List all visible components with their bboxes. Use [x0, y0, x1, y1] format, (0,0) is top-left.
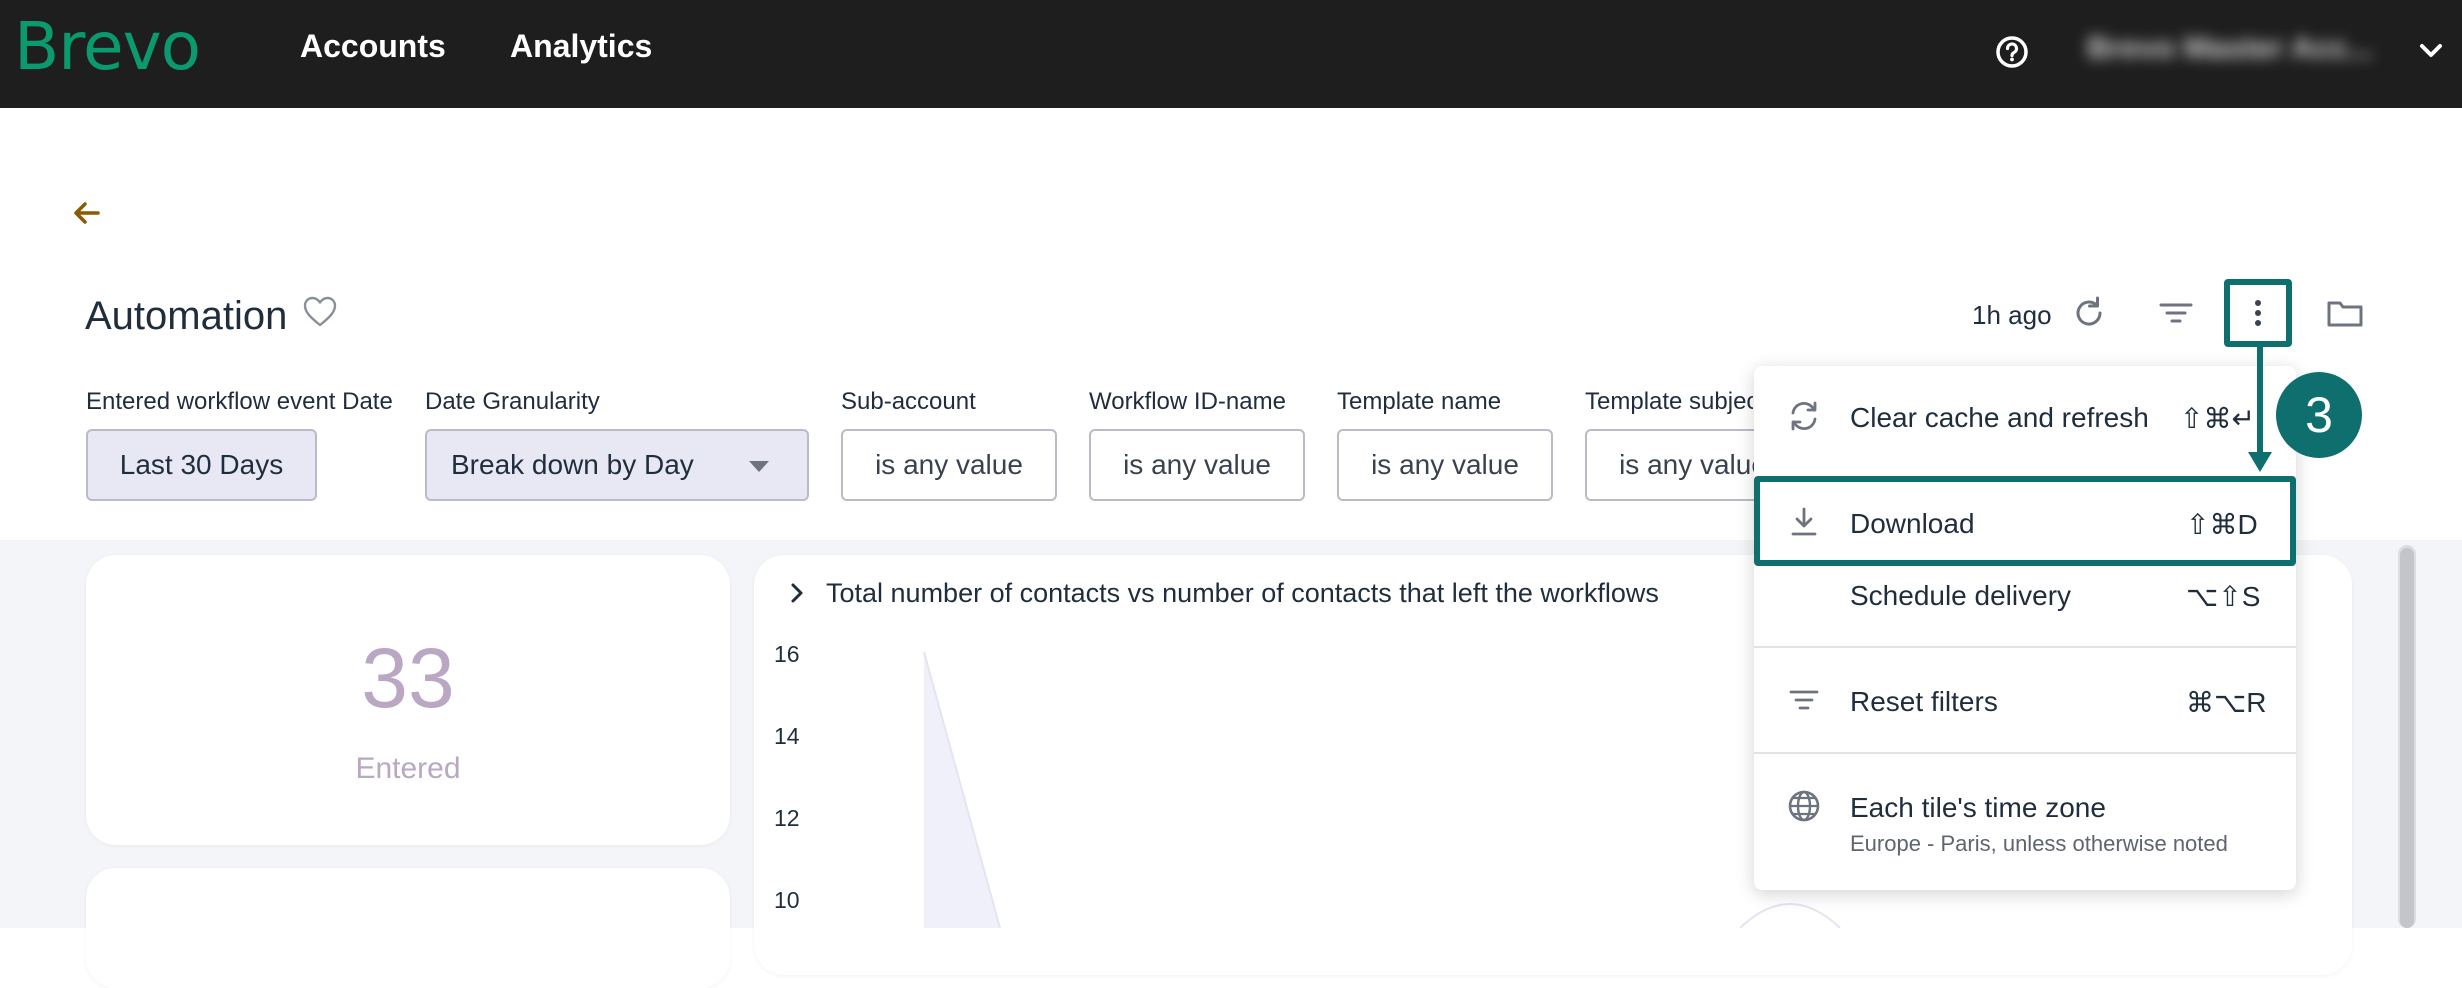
menu-item-time-zone-note: Europe - Paris, unless otherwise noted: [1850, 831, 2228, 856]
filter-template-name[interactable]: is any value: [1337, 429, 1553, 501]
filter-date-range[interactable]: Last 30 Days: [86, 429, 317, 501]
shortcut-schedule-delivery: ⌥⇧S: [2186, 581, 2261, 612]
step-number-badge: 3: [2276, 372, 2362, 458]
account-name[interactable]: Brevo Master Acc...: [2087, 30, 2374, 66]
filter-granularity-value: Break down by Day: [451, 449, 694, 480]
kpi-value: 33: [361, 631, 455, 725]
filter-icon: [1789, 690, 1819, 710]
chart-plot-area: [923, 651, 1841, 928]
help-icon[interactable]: [1995, 35, 2029, 69]
menu-divider: [1754, 646, 2296, 648]
y-tick-label: 10: [774, 887, 800, 913]
menu-item-schedule-delivery[interactable]: Schedule delivery: [1850, 580, 2071, 612]
more-options-highlight: [2224, 279, 2292, 347]
filter-sub-account[interactable]: is any value: [841, 429, 1057, 501]
kpi-card-second: [86, 868, 730, 988]
chevron-right-icon[interactable]: [785, 581, 809, 605]
y-tick-label: 16: [774, 641, 800, 667]
filter-icon[interactable]: [2156, 293, 2196, 333]
y-tick-label: 12: [774, 805, 800, 831]
y-tick-label: 14: [774, 723, 800, 749]
menu-item-clear-cache[interactable]: Clear cache and refresh: [1850, 402, 2149, 434]
back-arrow-icon[interactable]: [70, 196, 104, 230]
annotation-arrow: [2248, 344, 2272, 472]
filter-label-template-name: Template name: [1337, 388, 1502, 415]
download-highlight: [1754, 476, 2296, 566]
top-navigation-bar: Brevo Accounts Analytics Brevo Master Ac…: [0, 0, 2462, 108]
heart-icon[interactable]: [302, 294, 338, 330]
kpi-label: Entered: [355, 752, 461, 785]
filter-workflow[interactable]: is any value: [1089, 429, 1305, 501]
globe-icon: [1788, 790, 1820, 822]
last-updated-text: 1h ago: [1972, 300, 2052, 330]
folder-icon[interactable]: [2325, 293, 2365, 333]
refresh-icon: [1791, 401, 1817, 431]
filter-label-template-subject: Template subject: [1585, 388, 1753, 415]
nav-analytics[interactable]: Analytics: [510, 28, 652, 65]
chevron-down-icon[interactable]: [2418, 38, 2444, 64]
chart-title: Total number of contacts vs number of co…: [826, 578, 1659, 608]
page-title: Automation: [85, 294, 288, 338]
filter-label-granularity: Date Granularity: [425, 388, 600, 415]
filter-granularity-select[interactable]: Break down by Day: [425, 429, 809, 501]
filter-label-date: Entered workflow event Date: [86, 388, 393, 415]
refresh-icon[interactable]: [2069, 293, 2109, 333]
filter-label-sub-account: Sub-account: [841, 388, 976, 415]
caret-down-icon: [749, 461, 769, 472]
nav-accounts[interactable]: Accounts: [300, 28, 446, 65]
filter-label-workflow: Workflow ID-name: [1089, 388, 1286, 415]
menu-item-time-zone[interactable]: Each tile's time zone: [1850, 792, 2106, 824]
menu-divider: [1754, 752, 2296, 754]
scrollbar-thumb[interactable]: [2400, 548, 2414, 928]
brevo-logo[interactable]: Brevo: [14, 8, 201, 85]
shortcut-reset-filters: ⌘⌥R: [2186, 687, 2267, 718]
menu-item-reset-filters[interactable]: Reset filters: [1850, 686, 1998, 718]
